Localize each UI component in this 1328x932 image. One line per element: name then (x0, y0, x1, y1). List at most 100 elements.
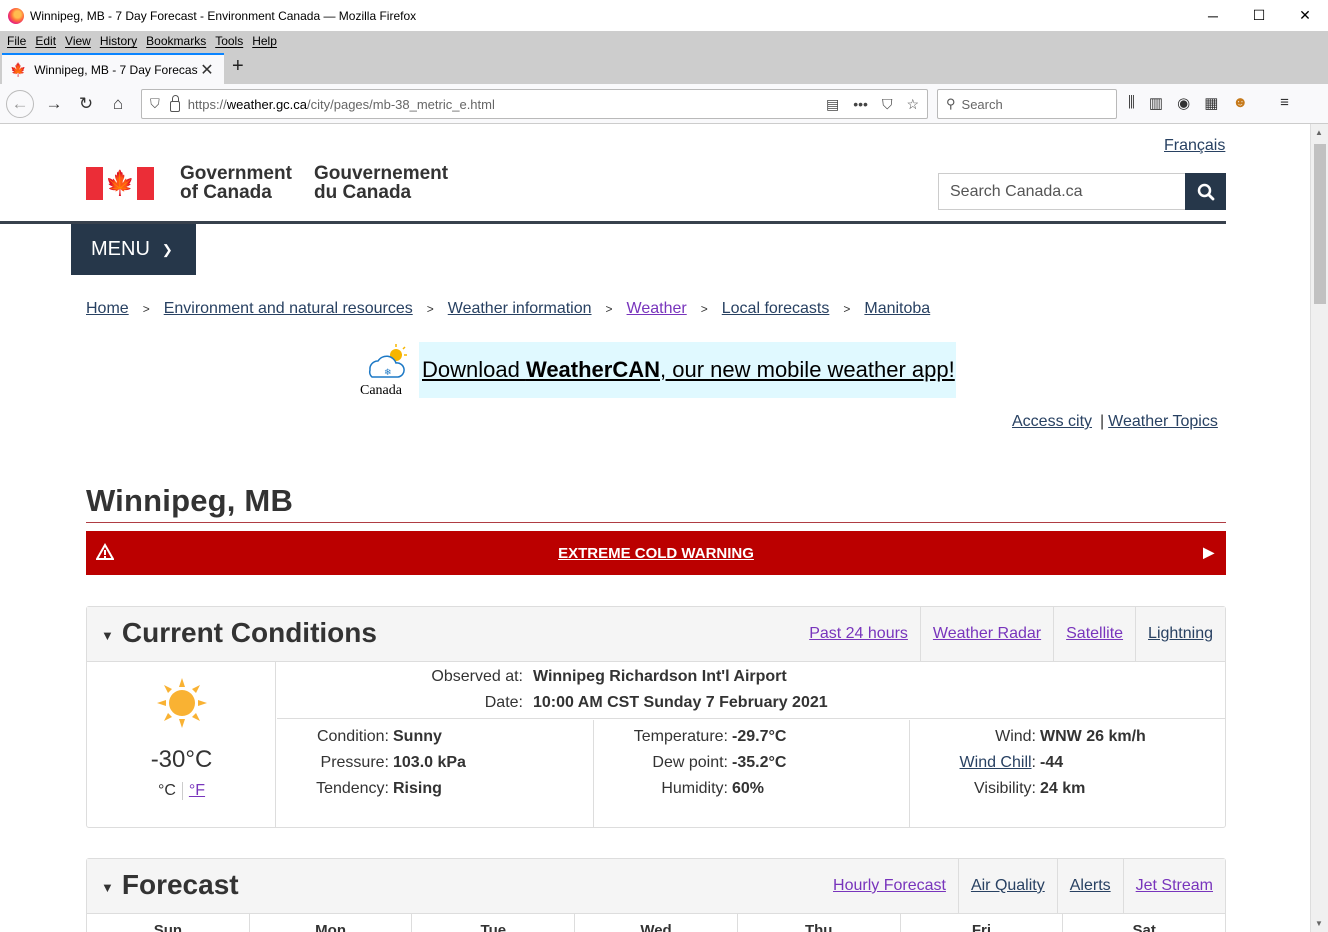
containers-icon[interactable]: ▦ (1204, 94, 1218, 112)
lock-icon[interactable] (169, 94, 180, 112)
extension-monkey-icon[interactable]: ☻ (1232, 94, 1248, 112)
menu-help[interactable]: Help (252, 34, 277, 48)
weathercan-banner-link[interactable]: Download WeatherCAN, our new mobile weat… (419, 342, 956, 398)
menu-tools[interactable]: Tools (215, 34, 243, 48)
library-icon[interactable]: ⫼ (1128, 94, 1135, 112)
conditions-metrics: Condition: Sunny Pressure: 103.0 kPa Tende… (277, 720, 1225, 827)
sun-icon (157, 678, 207, 728)
breadcrumb-weather-information[interactable]: Weather information (448, 300, 592, 318)
window-controls: ─ ☐ ✕ (1190, 0, 1328, 31)
condition-icon-column: -30°C °C °F (87, 662, 276, 827)
gov-name-en[interactable]: Government of Canada (180, 164, 292, 202)
close-tab-icon[interactable]: ✕ (200, 60, 213, 80)
tab-strip: 🍁 Winnipeg, MB - 7 Day Forecast - Enviro… (0, 51, 1328, 84)
unit-celsius: °C (157, 782, 176, 800)
url-text[interactable]: https://weather.gc.ca/city/pages/mb-38_m… (188, 97, 495, 112)
expand-arrow-icon[interactable]: ▶ (1203, 544, 1214, 561)
minimize-icon[interactable]: ─ (1190, 0, 1236, 31)
breadcrumb-separator: > (142, 302, 150, 316)
collapse-triangle-icon[interactable]: ▼ (101, 880, 114, 895)
menu-bookmarks[interactable]: Bookmarks (146, 34, 206, 48)
more-actions-icon[interactable]: ••• (853, 96, 868, 113)
scrollbar-thumb[interactable] (1314, 144, 1326, 304)
wind-chill-link[interactable]: Wind Chill (960, 754, 1032, 771)
dew-point-label: Dew point: (652, 754, 728, 771)
jet-stream-link[interactable]: Jet Stream (1122, 859, 1225, 913)
tab-title: Winnipeg, MB - 7 Day Forecast - Environm… (34, 62, 199, 77)
temperature-label: Temperature: (633, 728, 728, 745)
menu-view[interactable]: View (65, 34, 91, 48)
city-links: Access city | Weather Topics (1012, 413, 1218, 431)
gov-name-fr[interactable]: Gouvernement du Canada (314, 164, 448, 202)
maple-leaf-favicon-icon: 🍁 (10, 61, 27, 77)
breadcrumb-environment[interactable]: Environment and natural resources (164, 300, 413, 318)
svg-text:Canada: Canada (360, 383, 403, 398)
satellite-link[interactable]: Satellite (1053, 607, 1135, 661)
forward-arrow-icon[interactable]: → (40, 90, 68, 118)
menu-edit[interactable]: Edit (35, 34, 56, 48)
address-bar[interactable]: ⛉ https://weather.gc.ca/city/pages/mb-38… (141, 89, 928, 119)
bookmark-star-icon[interactable]: ☆ (906, 96, 919, 113)
home-icon[interactable]: ⌂ (104, 90, 132, 118)
back-arrow-icon[interactable]: ← (6, 90, 34, 118)
weather-radar-link[interactable]: Weather Radar (919, 607, 1053, 661)
air-quality-link[interactable]: Air Quality (957, 859, 1057, 913)
collapse-triangle-icon[interactable]: ▼ (101, 628, 114, 643)
account-icon[interactable]: ◉ (1177, 94, 1190, 112)
breadcrumb-manitoba[interactable]: Manitoba (864, 300, 930, 318)
temperature-value: -29.7°C (732, 728, 787, 745)
search-button[interactable] (1185, 173, 1226, 210)
language-toggle-link[interactable]: Français (1164, 137, 1225, 155)
forecast-header: ▼ Forecast Hourly Forecast Air Quality A… (87, 859, 1225, 914)
sidebar-icon[interactable]: ▥ (1149, 94, 1163, 112)
lightning-link[interactable]: Lightning (1135, 607, 1225, 661)
breadcrumb-home[interactable]: Home (86, 300, 129, 318)
menu-button[interactable]: MENU ❯ (71, 224, 196, 275)
link-separator: | (1100, 413, 1105, 430)
tab-active[interactable]: 🍁 Winnipeg, MB - 7 Day Forecast - Enviro… (2, 53, 224, 84)
canada-search-input[interactable]: Search Canada.ca (938, 173, 1186, 210)
scroll-down-icon[interactable]: ▼ (1315, 919, 1323, 928)
close-window-icon[interactable]: ✕ (1282, 0, 1328, 31)
tendency-value: Rising (393, 780, 442, 797)
browser-search-box[interactable]: ⚲ Search (937, 89, 1117, 119)
reload-icon[interactable]: ↻ (72, 90, 100, 118)
breadcrumb-separator: > (605, 302, 613, 316)
forecast-day-headers: Sun Mon Tue Wed Thu Fri Sat (87, 913, 1226, 932)
hamburger-menu-icon[interactable]: ≡ (1280, 94, 1289, 112)
menu-bar: File Edit View History Bookmarks Tools H… (0, 31, 1328, 51)
hourly-forecast-link[interactable]: Hourly Forecast (821, 859, 958, 913)
observation-info: Observed at: Winnipeg Richardson Int'l A… (277, 662, 1225, 719)
shield-icon[interactable]: ⛉ (150, 96, 160, 112)
warning-label[interactable]: EXTREME COLD WARNING (558, 545, 754, 562)
weather-topics-link[interactable]: Weather Topics (1108, 413, 1218, 431)
condition-label: Condition: (316, 728, 389, 745)
pressure-value: 103.0 kPa (393, 754, 466, 771)
window-titlebar: Winnipeg, MB - 7 Day Forecast - Environm… (0, 0, 1328, 31)
unit-fahrenheit-link[interactable]: °F (189, 782, 205, 799)
reader-view-icon[interactable]: ▤ (826, 96, 839, 113)
breadcrumb-weather[interactable]: Weather (627, 300, 687, 318)
date-label: Date: (484, 694, 523, 711)
dew-point-value: -35.2°C (732, 754, 787, 771)
canada-flag-icon: 🍁 (86, 167, 154, 200)
weathercan-app-logo-icon[interactable]: ❄ Canada (358, 342, 418, 398)
new-tab-icon[interactable]: + (232, 55, 244, 78)
forecast-title[interactable]: ▼ Forecast (101, 869, 239, 901)
day-header: Sat (1062, 913, 1226, 932)
pocket-icon[interactable]: ⛉ (882, 96, 893, 113)
breadcrumb-local-forecasts[interactable]: Local forecasts (722, 300, 830, 318)
menu-file[interactable]: File (7, 34, 26, 48)
magnifier-icon (1197, 183, 1214, 200)
day-header: Sun (87, 913, 249, 932)
past-24-hours-link[interactable]: Past 24 hours (797, 607, 920, 661)
weather-warning-bar[interactable]: EXTREME COLD WARNING ▶ (86, 531, 1226, 575)
scroll-up-icon[interactable]: ▲ (1315, 128, 1323, 137)
menu-history[interactable]: History (100, 34, 137, 48)
alerts-link[interactable]: Alerts (1056, 859, 1123, 913)
page-scrollbar[interactable]: ▲ ▼ (1310, 124, 1328, 932)
maximize-icon[interactable]: ☐ (1236, 0, 1282, 31)
current-conditions-title[interactable]: ▼ Current Conditions (101, 617, 377, 649)
access-city-link[interactable]: Access city (1012, 413, 1092, 431)
metrics-column-3: Wind: WNW 26 km/h Wind Chill: -44 Visibili… (909, 720, 1225, 827)
